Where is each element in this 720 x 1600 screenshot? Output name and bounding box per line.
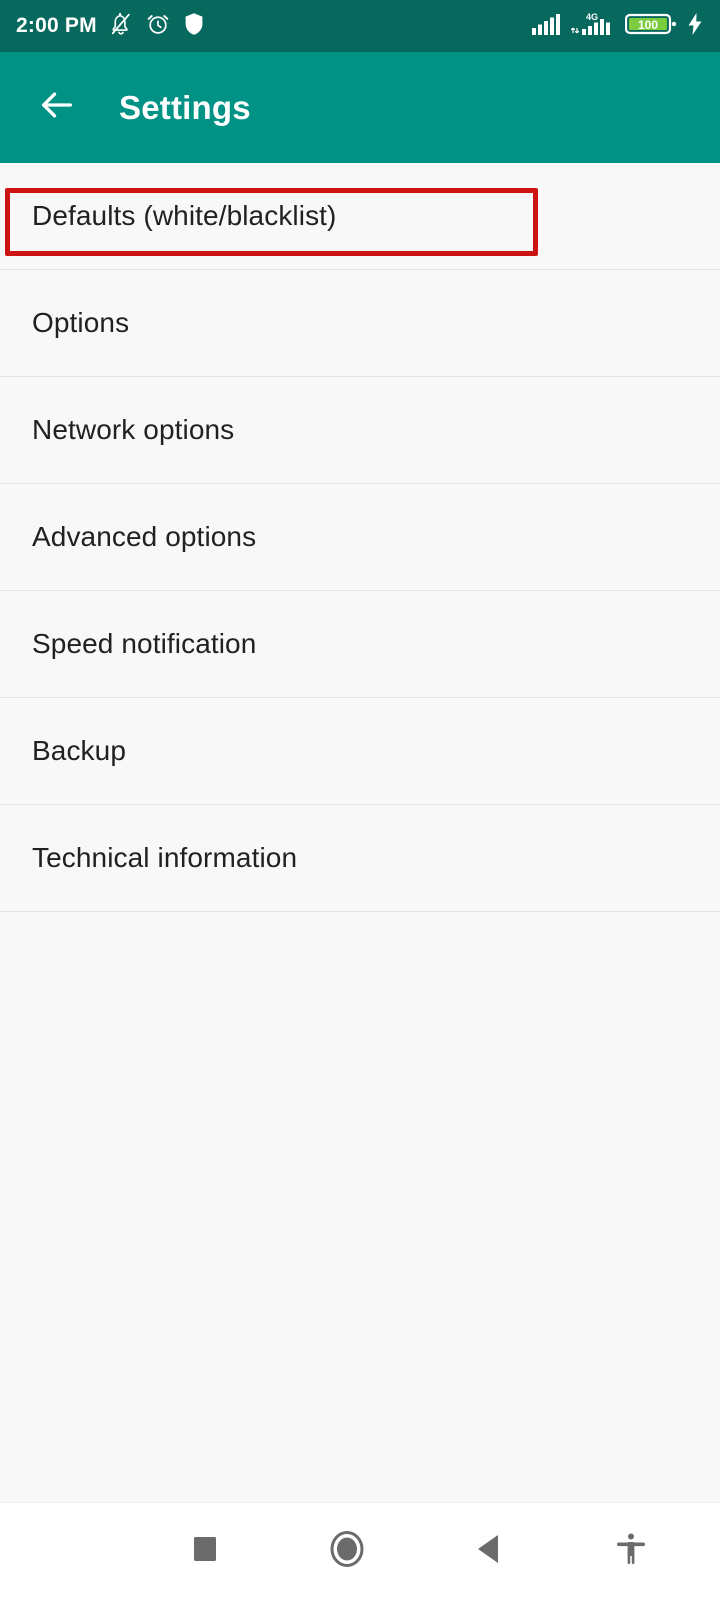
signal-bars-icon <box>531 12 561 41</box>
settings-item-label: Speed notification <box>32 628 257 659</box>
status-bar-left: 2:00 PM <box>16 11 206 42</box>
shield-icon <box>182 11 206 42</box>
settings-item-label: Defaults (white/blacklist) <box>32 200 337 231</box>
arrow-back-icon <box>37 85 77 130</box>
settings-item-backup[interactable]: Backup <box>0 698 720 805</box>
alarm-icon <box>145 11 171 42</box>
settings-item-label: Technical information <box>32 842 298 873</box>
svg-text:4G: 4G <box>586 12 598 22</box>
settings-item-advanced-options[interactable]: Advanced options <box>0 484 720 591</box>
app-bar: Settings <box>0 52 720 163</box>
recents-button[interactable] <box>172 1536 238 1567</box>
status-bar-clock: 2:00 PM <box>16 14 97 37</box>
page-title: Settings <box>119 88 251 126</box>
back-button[interactable] <box>456 1533 522 1570</box>
home-button[interactable] <box>314 1530 380 1573</box>
settings-item-options[interactable]: Options <box>0 270 720 377</box>
square-icon <box>192 1536 218 1567</box>
phone-screen: 2:00 PM 4G 100 Settings Defaults (white/… <box>0 0 720 1600</box>
settings-item-technical-information[interactable]: Technical information <box>0 805 720 912</box>
settings-list: Defaults (white/blacklist) Options Netwo… <box>0 163 720 912</box>
triangle-left-icon <box>474 1533 504 1570</box>
settings-item-defaults[interactable]: Defaults (white/blacklist) <box>0 163 720 270</box>
settings-item-speed-notification[interactable]: Speed notification <box>0 591 720 698</box>
settings-item-label: Network options <box>32 414 235 445</box>
settings-item-label: Advanced options <box>32 521 257 552</box>
circle-icon <box>329 1530 365 1573</box>
notifications-off-icon <box>108 11 134 42</box>
back-navigation-button[interactable] <box>28 79 86 137</box>
system-navigation-bar <box>0 1502 720 1600</box>
status-bar: 2:00 PM 4G 100 <box>0 0 720 52</box>
settings-content: Defaults (white/blacklist) Options Netwo… <box>0 163 720 1502</box>
accessibility-person-icon <box>615 1532 647 1571</box>
accessibility-button[interactable] <box>598 1532 664 1571</box>
settings-item-network-options[interactable]: Network options <box>0 377 720 484</box>
settings-item-label: Backup <box>32 735 126 766</box>
status-bar-right: 4G 100 <box>531 11 704 42</box>
battery-level-text: 100 <box>638 18 658 32</box>
battery-icon: 100 <box>624 11 677 42</box>
charging-bolt-icon <box>686 11 704 42</box>
signal-bars-4g-icon: 4G <box>570 11 616 42</box>
settings-item-label: Options <box>32 307 130 338</box>
